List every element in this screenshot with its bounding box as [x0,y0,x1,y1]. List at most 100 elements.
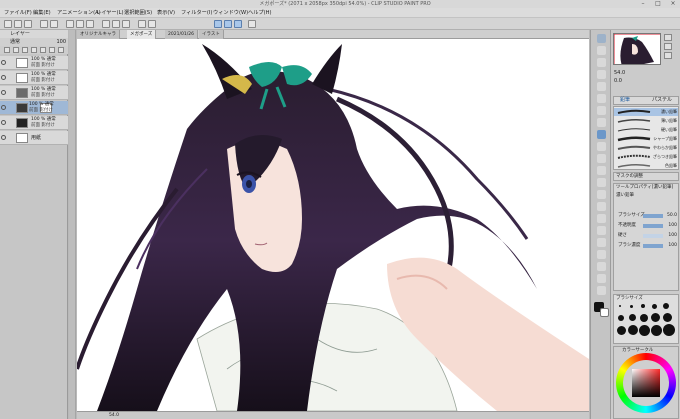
copy-icon[interactable] [112,20,120,28]
zoom-readout[interactable]: 54.0 [109,412,119,419]
pencil-tool-icon[interactable] [597,130,606,139]
layer-row[interactable]: 100 % 通常 前面 影付け [0,71,68,85]
menu-view[interactable]: 表示(V) [157,8,175,18]
tab-date[interactable]: 2021/01/26 [165,30,198,39]
menu-animation[interactable]: アニメーション(A) [57,8,101,18]
size-preset[interactable] [651,313,660,322]
size-preset[interactable] [619,305,621,307]
maximize-button[interactable]: □ [651,0,665,8]
clip-layer-icon[interactable] [22,47,28,53]
opacity-value[interactable]: 100 [56,38,66,46]
frame-border-icon[interactable] [597,238,606,247]
layer-row[interactable]: 100 % 通常 前面 影付け [0,116,68,130]
layer-row-paper[interactable]: 用紙 [0,131,68,145]
tab-megapose[interactable]: メガポーズ [127,30,157,39]
undo-icon[interactable] [40,20,48,28]
brush-tool-icon[interactable] [597,142,606,151]
slider-bar[interactable] [643,244,663,248]
menu-layer[interactable]: レイヤー(L) [96,8,124,18]
eye-icon[interactable] [1,75,6,80]
tab-illust[interactable]: イラスト [199,30,224,39]
eye-icon[interactable] [1,135,6,140]
erase-icon[interactable] [66,20,74,28]
menu-file[interactable]: ファイル(F) [4,8,32,18]
perspective-icon[interactable] [248,20,256,28]
snap-ruler-icon[interactable] [214,20,222,28]
zoom-out-icon[interactable] [664,43,672,50]
save-icon[interactable] [24,20,32,28]
brush-item[interactable]: 薄い鉛筆 [614,117,678,125]
correct-line-icon[interactable] [597,286,606,295]
selection-tool-icon[interactable] [597,82,606,91]
zoom-tool-icon[interactable] [597,34,606,43]
saturation-value-square[interactable] [632,369,660,397]
brush-item[interactable]: シャープ鉛筆 [614,135,678,143]
eye-icon[interactable] [1,60,6,65]
lock-icon[interactable] [31,47,37,53]
menu-window[interactable]: ウィンドウ(W) [213,8,248,18]
new-layer-icon[interactable] [4,47,10,53]
hardness-slider[interactable]: 硬さ 100 [616,232,678,240]
size-preset[interactable] [663,303,669,309]
size-preset[interactable] [652,304,657,309]
tab-pencil[interactable]: 鉛筆 [620,97,630,104]
ruler-icon[interactable] [597,250,606,259]
canvas[interactable] [77,39,589,411]
eye-icon[interactable] [1,90,6,95]
slider-bar[interactable] [643,214,663,218]
brush-item[interactable]: ざらつき鉛筆 [614,153,678,161]
open-file-icon[interactable] [14,20,22,28]
brush-density-slider[interactable]: ブラシ濃度 100 [616,242,678,250]
slider-bar[interactable] [643,224,663,228]
size-preset[interactable] [663,324,675,336]
size-preset[interactable] [630,305,633,308]
gradient-icon[interactable] [597,214,606,223]
minimize-button[interactable]: – [636,0,650,8]
close-button[interactable]: × [666,0,680,8]
transform-icon[interactable] [148,20,156,28]
size-preset[interactable] [618,315,624,321]
brush-item[interactable]: 濃い鉛筆 [614,108,678,116]
figure-tool-icon[interactable] [597,226,606,235]
layer-row[interactable]: 100 % 通常 前面 影付け [0,86,68,100]
menu-filter[interactable]: フィルター(I) [181,8,212,18]
menu-edit[interactable]: 編集(E) [33,8,51,18]
airbrush-icon[interactable] [597,154,606,163]
blend-tool-icon[interactable] [597,190,606,199]
redo-icon[interactable] [50,20,58,28]
navigator-zoom[interactable]: 54.0 [614,70,625,76]
new-file-icon[interactable] [4,20,12,28]
new-folder-icon[interactable] [13,47,19,53]
eye-icon[interactable] [1,120,6,125]
invert-selection-icon[interactable] [86,20,94,28]
balloon-icon[interactable] [597,274,606,283]
eye-icon[interactable] [1,105,6,110]
size-preset[interactable] [628,325,638,335]
operation-tool-icon[interactable] [597,58,606,67]
mask-icon[interactable] [49,47,55,53]
move-tool-icon[interactable] [597,46,606,55]
color-wheel[interactable] [616,353,676,413]
zoom-in-icon[interactable] [664,34,672,41]
tab-pastel[interactable]: パステル [652,97,672,104]
reference-layer-icon[interactable] [40,47,46,53]
layer-row[interactable]: 100 % 通常 前面 影付け [0,56,68,70]
brush-item[interactable]: 色鉛筆 [614,162,678,170]
sub-color-swatch[interactable] [600,308,609,317]
size-preset[interactable] [663,313,672,322]
navigator-angle[interactable]: 0.0 [614,78,622,84]
auto-select-icon[interactable] [597,94,606,103]
clear-selection-icon[interactable] [76,20,84,28]
fit-icon[interactable] [664,52,672,59]
blend-mode-select[interactable]: 通常 [10,38,20,46]
paste-icon[interactable] [122,20,130,28]
menu-help[interactable]: ヘルプ(H) [248,8,272,18]
snap-special-ruler-icon[interactable] [224,20,232,28]
pen-tool-icon[interactable] [597,118,606,127]
size-preset[interactable] [651,325,662,336]
brush-size-slider[interactable]: ブラシサイズ 50.0 [616,212,678,220]
size-preset[interactable] [629,314,636,321]
snap-grid-icon[interactable] [234,20,242,28]
panel-splitter[interactable] [69,30,76,419]
size-preset[interactable] [641,304,645,308]
